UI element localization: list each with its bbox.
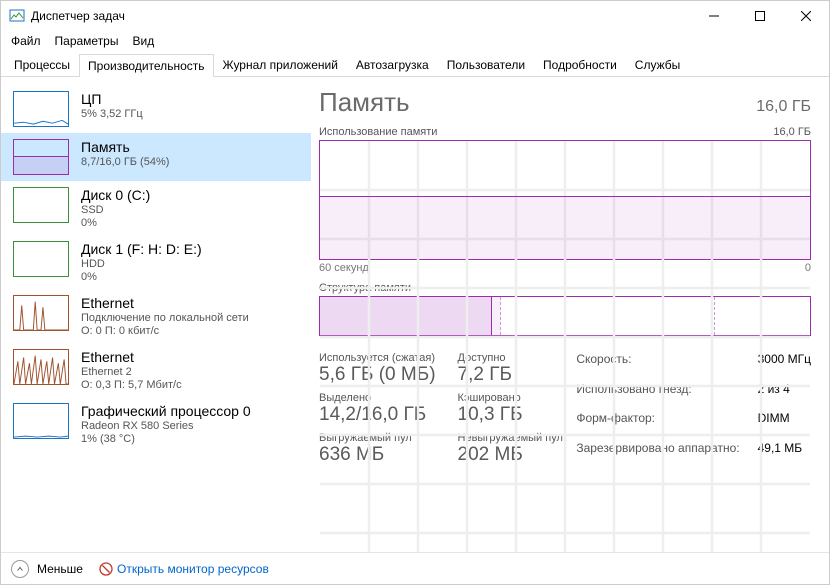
sidebar-item-sub: 5% 3,52 ГГц (81, 108, 143, 120)
sidebar-item-sub2: О: 0,3 П: 5,7 Мбит/с (81, 379, 182, 391)
tab-users[interactable]: Пользователи (438, 53, 534, 76)
sidebar-item-label: ЦП (81, 91, 143, 107)
page-title: Память (319, 87, 410, 118)
sidebar-item-sub2: 0% (81, 217, 150, 229)
minimize-button[interactable] (691, 1, 737, 31)
memory-thumb (13, 139, 69, 175)
open-resource-monitor-link[interactable]: Открыть монитор ресурсов (99, 562, 269, 576)
gpu-thumb (13, 403, 69, 439)
sidebar-item-label: Графический процессор 0 (81, 403, 251, 419)
sidebar-item-sub: 8,7/16,0 ГБ (54%) (81, 156, 169, 168)
sidebar-item-label: Ethernet (81, 295, 249, 311)
sidebar-item-memory[interactable]: Память 8,7/16,0 ГБ (54%) (1, 133, 311, 181)
menu-file[interactable]: Файл (5, 32, 47, 50)
menubar: Файл Параметры Вид (1, 31, 829, 51)
sidebar-item-sub: SSD (81, 204, 150, 216)
bottom-bar: Меньше Открыть монитор ресурсов (1, 552, 829, 584)
sidebar-item-cpu[interactable]: ЦП 5% 3,52 ГГц (1, 85, 311, 133)
sidebar-item-ethernet0[interactable]: Ethernet Подключение по локальной сети О… (1, 289, 311, 343)
disk-thumb (13, 187, 69, 223)
maximize-button[interactable] (737, 1, 783, 31)
sidebar-item-disk0[interactable]: Диск 0 (C:) SSD 0% (1, 181, 311, 235)
fewer-details-button[interactable] (11, 560, 29, 578)
sidebar-item-sub: Ethernet 2 (81, 366, 182, 378)
ethernet-thumb (13, 295, 69, 331)
sidebar-item-sub: Radeon RX 580 Series (81, 420, 251, 432)
memory-total: 16,0 ГБ (756, 98, 811, 116)
sidebar-item-sub2: 0% (81, 271, 202, 283)
fewer-details-label[interactable]: Меньше (37, 562, 83, 576)
sidebar: ЦП 5% 3,52 ГГц Память 8,7/16,0 ГБ (54%) … (1, 77, 311, 552)
ethernet-thumb (13, 349, 69, 385)
detail-pane: Память 16,0 ГБ Использование памяти 16,0… (311, 77, 829, 552)
sidebar-item-sub2: О: 0 П: 0 кбит/с (81, 325, 249, 337)
disk-thumb (13, 241, 69, 277)
usage-label: Использование памяти (319, 126, 437, 138)
tab-details[interactable]: Подробности (534, 53, 626, 76)
sidebar-item-sub: HDD (81, 258, 202, 270)
memory-usage-graph[interactable] (319, 140, 811, 260)
main-area: ЦП 5% 3,52 ГГц Память 8,7/16,0 ГБ (54%) … (1, 77, 829, 552)
usage-max: 16,0 ГБ (773, 126, 811, 138)
tab-startup[interactable]: Автозагрузка (347, 53, 438, 76)
window-title: Диспетчер задач (31, 9, 691, 23)
tab-performance[interactable]: Производительность (79, 54, 213, 77)
menu-view[interactable]: Вид (126, 32, 160, 50)
tab-services[interactable]: Службы (626, 53, 689, 76)
tab-processes[interactable]: Процессы (5, 53, 79, 76)
tab-strip: Процессы Производительность Журнал прило… (1, 53, 829, 77)
tab-app-history[interactable]: Журнал приложений (214, 53, 347, 76)
close-button[interactable] (783, 1, 829, 31)
menu-options[interactable]: Параметры (49, 32, 125, 50)
app-icon (9, 8, 25, 24)
titlebar: Диспетчер задач (1, 1, 829, 31)
sidebar-item-label: Диск 1 (F: H: D: E:) (81, 241, 202, 257)
sidebar-item-gpu[interactable]: Графический процессор 0 Radeon RX 580 Se… (1, 397, 311, 451)
sidebar-item-label: Ethernet (81, 349, 182, 365)
cpu-thumb (13, 91, 69, 127)
sidebar-item-label: Память (81, 139, 169, 155)
window-controls (691, 1, 829, 31)
monitor-icon (99, 562, 113, 576)
sidebar-item-label: Диск 0 (C:) (81, 187, 150, 203)
sidebar-item-sub: Подключение по локальной сети (81, 312, 249, 324)
sidebar-item-ethernet1[interactable]: Ethernet Ethernet 2 О: 0,3 П: 5,7 Мбит/с (1, 343, 311, 397)
sidebar-item-disk1[interactable]: Диск 1 (F: H: D: E:) HDD 0% (1, 235, 311, 289)
sidebar-item-sub2: 1% (38 °C) (81, 433, 251, 445)
